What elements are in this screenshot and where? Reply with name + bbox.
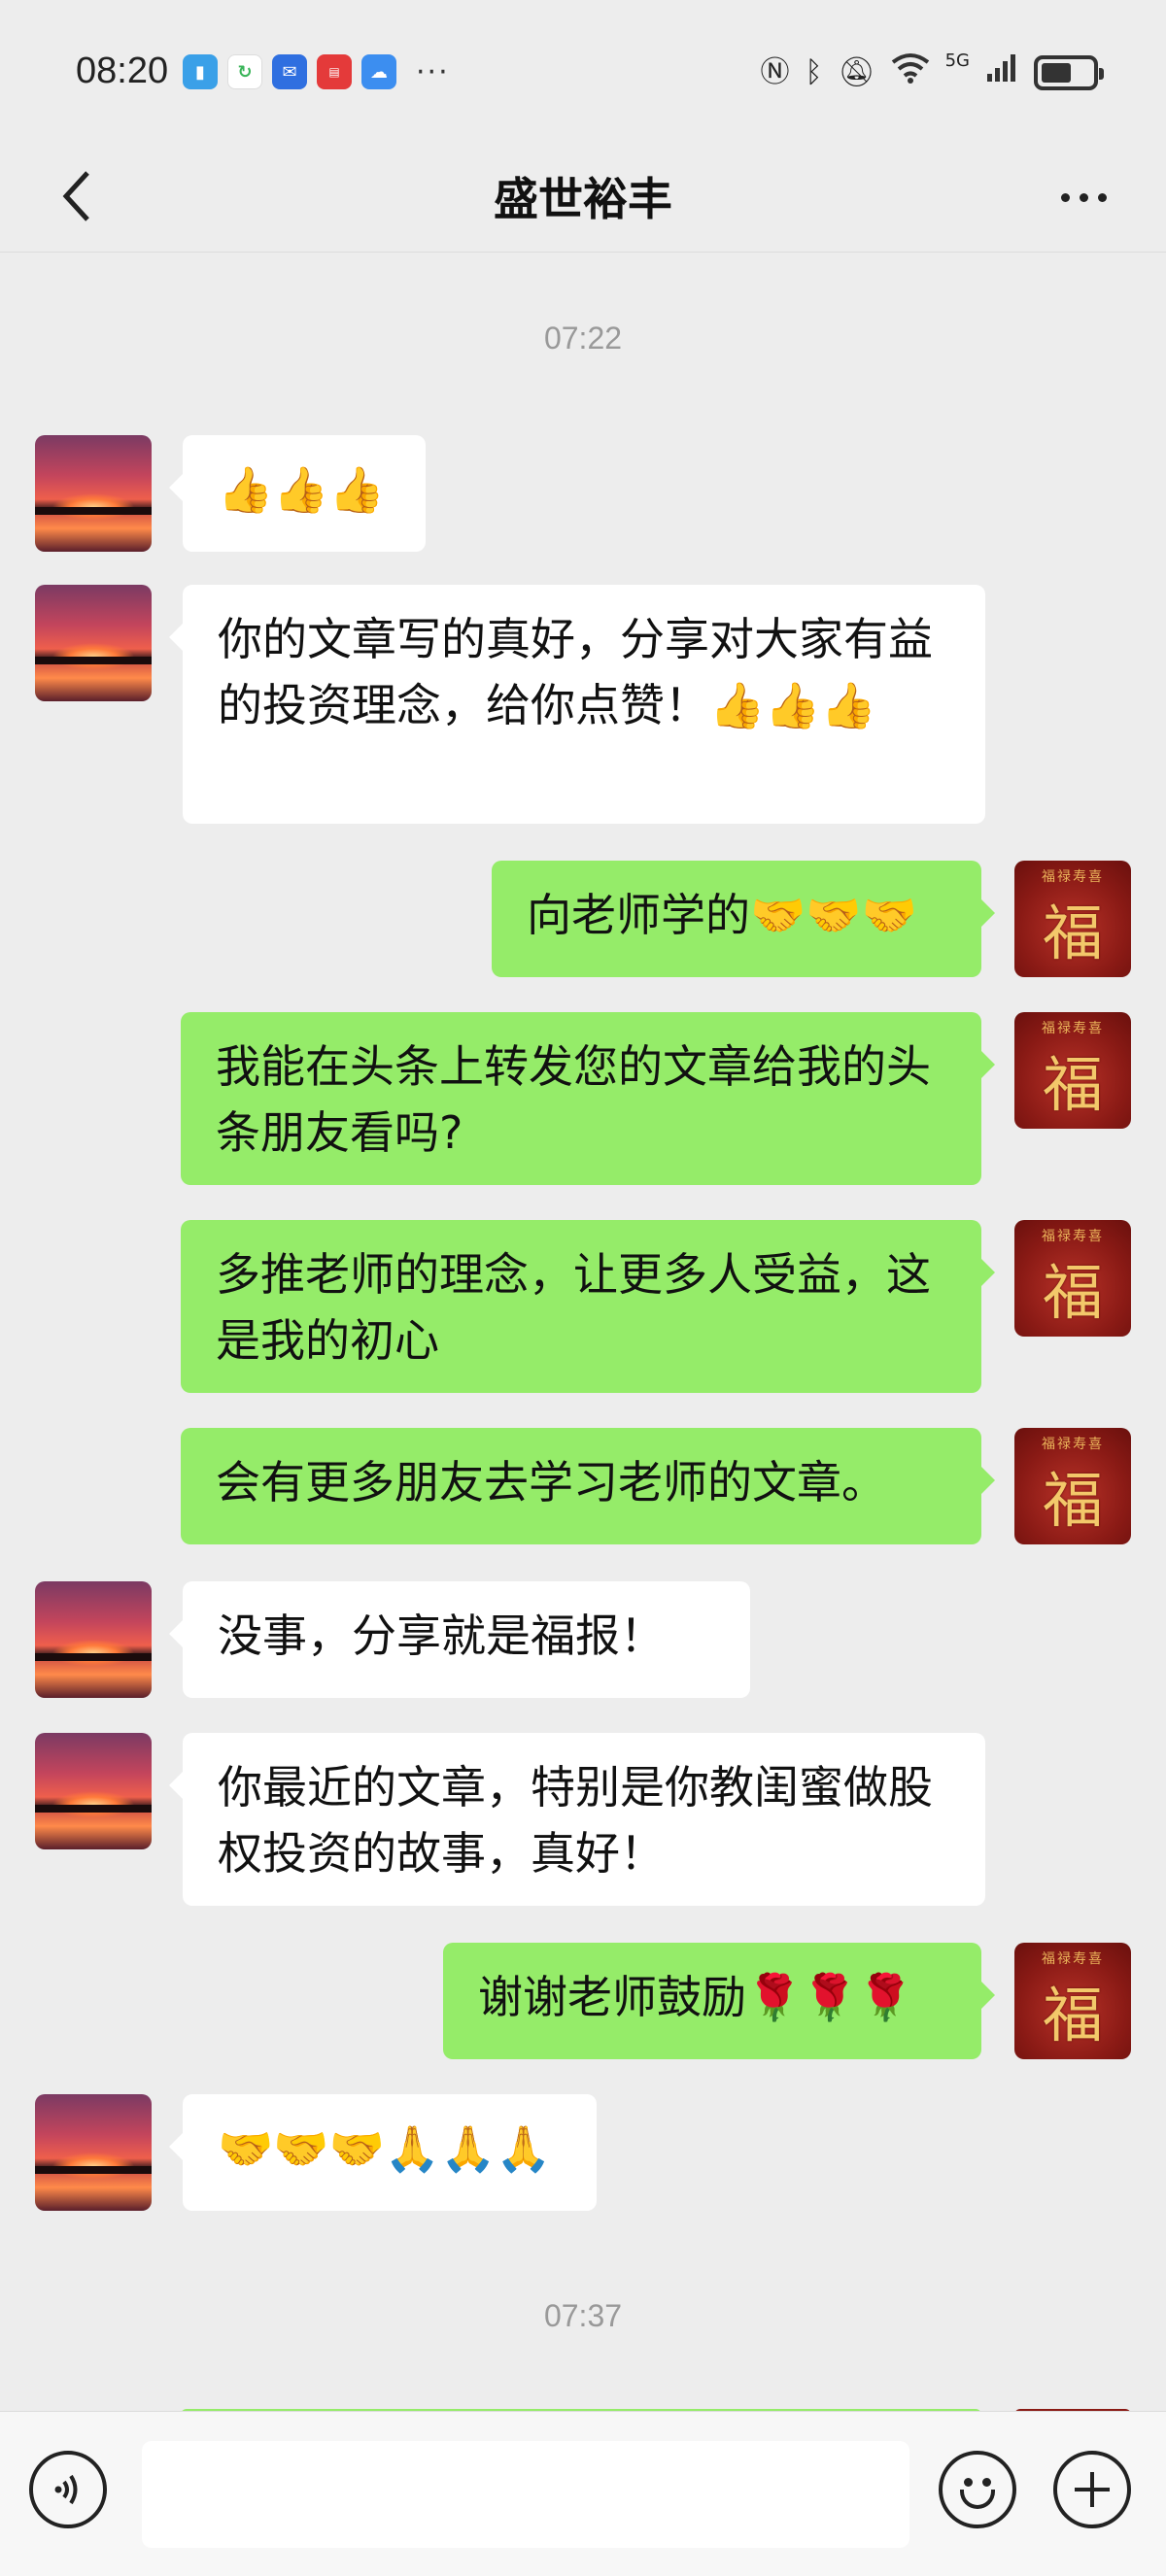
- contact-avatar[interactable]: [35, 585, 152, 701]
- my-avatar[interactable]: 福禄寿喜福: [1014, 1012, 1131, 1129]
- message-bubble-sent[interactable]: 我能在头条上转发您的文章给我的头条朋友看吗?: [181, 1012, 995, 1185]
- contact-avatar[interactable]: [35, 2094, 152, 2211]
- mute-bell-icon: 🔕︎: [838, 54, 875, 89]
- message-bubble-received[interactable]: 没事，分享就是福报！: [169, 1581, 750, 1698]
- message-input-bar: [0, 2411, 1166, 2576]
- contact-avatar[interactable]: [35, 1581, 152, 1698]
- shop-app-icon: ✉: [272, 54, 307, 89]
- red-app-icon: ▤: [317, 54, 352, 89]
- recycle-app-icon: ↻: [227, 54, 262, 89]
- my-avatar[interactable]: 福禄寿喜福: [1014, 1943, 1131, 2059]
- my-avatar[interactable]: 福禄寿喜福: [1014, 1428, 1131, 1544]
- timestamp: 07:22: [543, 321, 623, 356]
- wifi-icon: [891, 52, 930, 92]
- book-app-icon: ▮: [183, 54, 218, 89]
- network-type: 5G: [944, 51, 970, 71]
- bluetooth-icon: ᛒ: [805, 54, 823, 89]
- voice-input-button[interactable]: [29, 2451, 107, 2528]
- status-time: 08:20: [76, 51, 169, 91]
- my-avatar[interactable]: 福禄寿喜福: [1014, 861, 1131, 977]
- battery-icon: [1034, 54, 1104, 90]
- message-bubble-received[interactable]: 👍👍👍: [169, 435, 426, 552]
- status-more-icon: ···: [416, 54, 450, 89]
- signal-icon: [985, 52, 1018, 92]
- chat-header: 盛世裕丰: [0, 146, 1166, 253]
- chevron-left-icon: [62, 171, 89, 221]
- more-options-button[interactable]: [1040, 163, 1127, 231]
- voice-icon: [54, 2474, 78, 2505]
- contact-avatar[interactable]: [35, 435, 152, 552]
- chat-message-list[interactable]: 07:22 👍👍👍 你的文章写的真好，分享对大家有益的投资理念，给你点赞！👍👍👍…: [0, 253, 1166, 2411]
- more-dot-icon: [1097, 192, 1107, 202]
- more-dot-icon: [1060, 192, 1070, 202]
- contact-avatar[interactable]: [35, 1733, 152, 1849]
- nfc-icon: Ⓝ: [760, 54, 790, 89]
- back-button[interactable]: [39, 157, 117, 235]
- more-dot-icon: [1079, 192, 1088, 202]
- message-bubble-sent[interactable]: 向老师学的🤝🤝🤝: [492, 861, 995, 977]
- notification-app-icons: ▮ ↻ ✉ ▤ ☁ ···: [183, 54, 450, 89]
- message-text-input[interactable]: [142, 2441, 909, 2548]
- status-bar: 08:20 ▮ ↻ ✉ ▤ ☁ ··· Ⓝ ᛒ 🔕︎ 5G: [0, 0, 1166, 146]
- timestamp: 07:37: [543, 2298, 623, 2333]
- message-bubble-received[interactable]: 你的文章写的真好，分享对大家有益的投资理念，给你点赞！👍👍👍: [169, 585, 985, 824]
- message-bubble-received[interactable]: 🤝🤝🤝🙏🙏🙏: [169, 2094, 597, 2211]
- chat-title: 盛世裕丰: [494, 173, 672, 225]
- message-bubble-sent[interactable]: 谢谢老师鼓励🌹🌹🌹: [443, 1943, 995, 2059]
- cloud-app-icon: ☁: [361, 54, 396, 89]
- message-bubble-sent[interactable]: 多推老师的理念，让更多人受益，这是我的初心: [181, 1220, 995, 1393]
- message-bubble-received[interactable]: 你最近的文章，特别是你教闺蜜做股权投资的故事，真好！: [169, 1733, 985, 1906]
- emoji-button[interactable]: [939, 2451, 1016, 2528]
- more-actions-plus-button[interactable]: [1053, 2451, 1131, 2528]
- smiley-icon: [960, 2490, 995, 2509]
- status-indicators: Ⓝ ᛒ 🔕︎ 5G: [760, 51, 1104, 92]
- message-bubble-sent[interactable]: 会有更多朋友去学习老师的文章。: [181, 1428, 995, 1544]
- my-avatar[interactable]: 福禄寿喜福: [1014, 1220, 1131, 1337]
